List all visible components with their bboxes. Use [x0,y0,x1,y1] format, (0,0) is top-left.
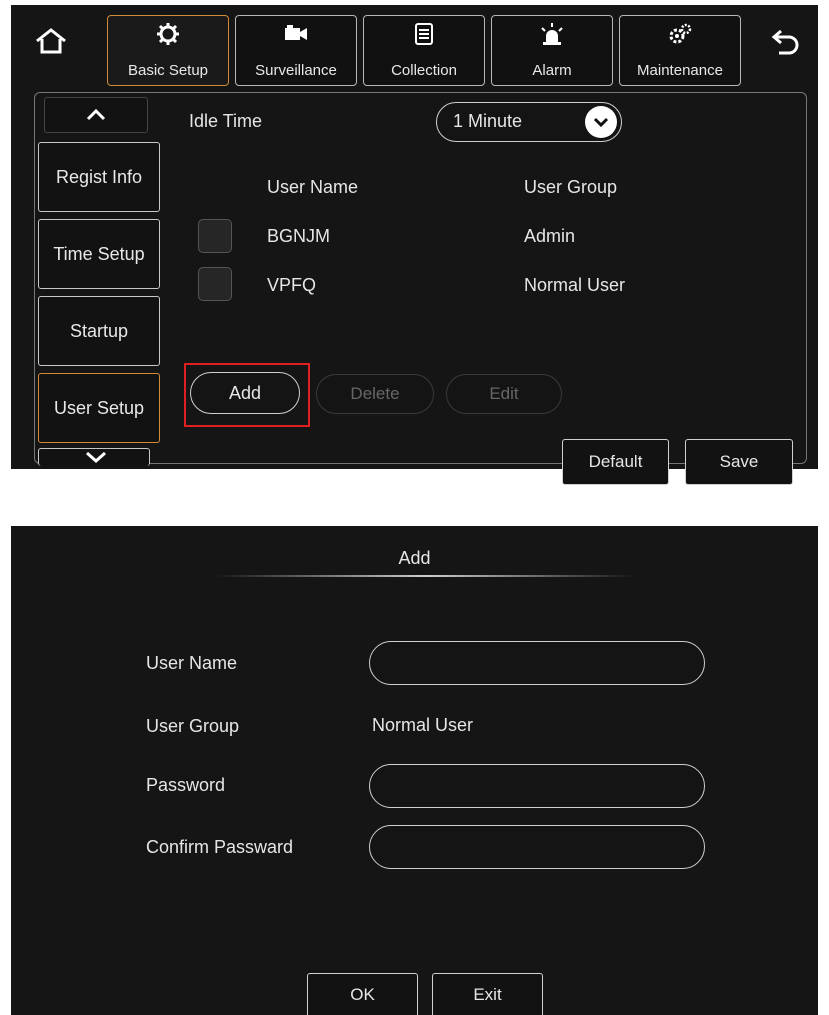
sidebar-item-startup[interactable]: Startup [38,296,160,366]
user-name-label: User Name [146,653,238,673]
home-icon [36,28,66,54]
password-label: Password [146,775,226,795]
exit-button[interactable]: Exit [432,973,543,1015]
ok-button-label: OK [350,984,375,1004]
sidebar-item-label: Startup [69,320,129,341]
tab-basic-setup[interactable]: Basic Setup [107,15,229,86]
alarm-light-icon [541,23,563,45]
tab-alarm[interactable]: Alarm [491,15,613,86]
default-button-label: Default [588,452,643,471]
user-group-cell: Normal User [524,275,626,295]
chevron-up-icon [86,109,106,121]
confirm-password-field[interactable] [369,825,705,869]
sidebar-item-label: User Setup [53,397,145,418]
chevron-down-icon [585,106,617,138]
title-divider [216,575,636,577]
row-checkbox[interactable] [198,219,232,253]
add-button-label: Add [228,382,262,403]
sidebar-item-label: Time Setup [53,243,145,264]
tab-label: Alarm [532,62,572,79]
ok-button[interactable]: OK [307,973,418,1015]
user-group-label: User Group [146,716,240,736]
gears-icon [669,23,692,44]
edit-button[interactable]: Edit [446,374,562,414]
tab-label: Surveillance [255,62,337,79]
tab-collection[interactable]: Collection [363,15,485,86]
sidebar-item-user-setup[interactable]: User Setup [38,373,160,443]
tab-label: Collection [391,62,457,79]
default-button[interactable]: Default [562,439,669,485]
sidebar-scroll-up[interactable] [44,97,148,133]
home-button[interactable] [31,23,71,59]
idle-time-value: 1 Minute [453,111,523,131]
idle-time-select[interactable]: 1 Minute [436,102,622,142]
sidebar-item-regist-info[interactable]: Regist Info [38,142,160,212]
tab-label: Maintenance [637,62,723,79]
gear-icon [157,23,179,45]
save-button-label: Save [719,452,759,471]
delete-button[interactable]: Delete [316,374,434,414]
column-header-user-group: User Group [524,177,618,197]
user-setup-panel: Basic Setup Surveillance Collection Alar… [11,5,818,485]
sidebar-item-time-setup[interactable]: Time Setup [38,219,160,289]
tab-maintenance[interactable]: Maintenance [619,15,741,86]
idle-time-label: Idle Time [189,111,263,131]
sidebar-item-label: Regist Info [55,166,143,187]
document-icon [415,23,433,45]
user-group-value: Normal User [372,715,474,735]
delete-button-label: Delete [350,384,400,403]
chevron-down-icon [76,450,116,464]
edit-button-label: Edit [489,384,519,403]
row-checkbox[interactable] [198,267,232,301]
back-button[interactable] [766,23,806,59]
dialog-title: Add [398,548,431,568]
save-button[interactable]: Save [685,439,793,485]
user-name-cell: VPFQ [267,275,317,295]
user-name-cell: BGNJM [267,226,330,246]
user-group-cell: Admin [524,226,576,246]
back-arrow-icon [771,29,799,55]
tab-label: Basic Setup [127,62,209,79]
camera-icon [285,25,307,40]
exit-button-label: Exit [473,984,502,1004]
add-user-dialog: Add User Name User Group Normal User Pas… [11,526,818,1015]
column-header-user-name: User Name [267,177,359,197]
confirm-password-label: Confirm Passward [146,837,294,857]
add-button[interactable]: Add [190,372,300,414]
user-name-field[interactable] [369,641,705,685]
tab-surveillance[interactable]: Surveillance [235,15,357,86]
password-field[interactable] [369,764,705,808]
